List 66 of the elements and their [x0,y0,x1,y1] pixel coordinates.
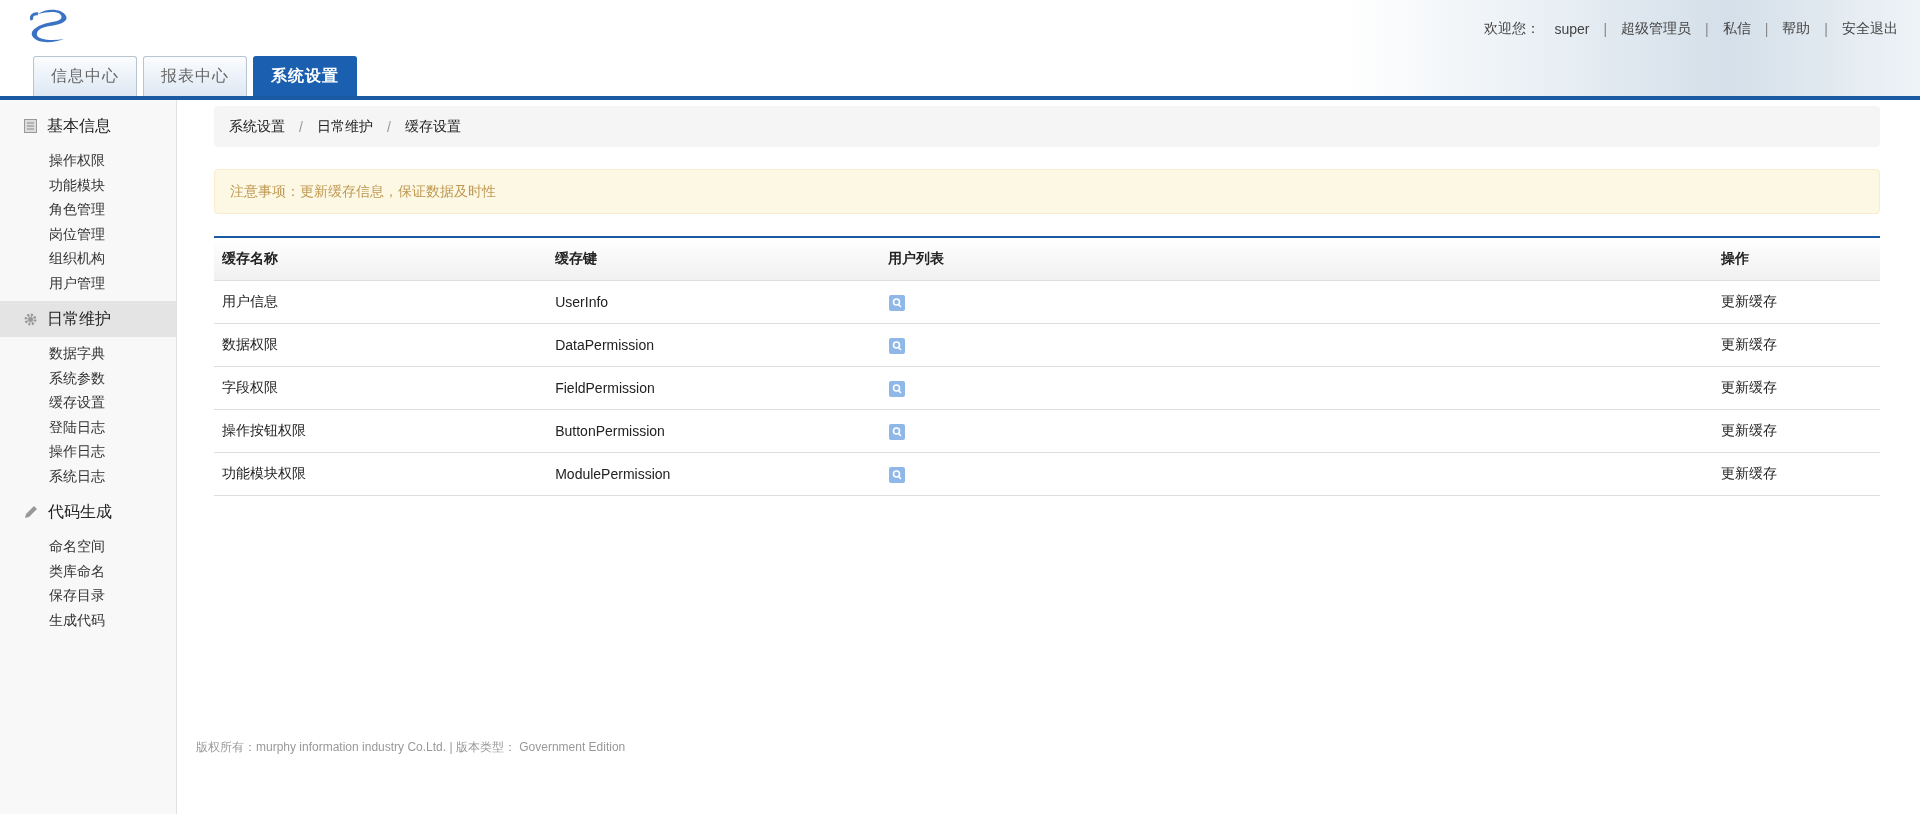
sidebar-item[interactable]: 岗位管理 [0,221,176,246]
sidebar-item[interactable]: 保存目录 [0,583,176,608]
search-icon[interactable] [889,380,906,397]
sidebar-group[interactable]: 日常维护 [0,301,176,337]
sidebar-item[interactable]: 组织机构 [0,246,176,271]
footer-text: 版权所有：murphy information industry Co.Ltd. | 版本类型： Government Edition [196,739,627,756]
sidebar-item[interactable]: 类库命名 [0,558,176,583]
sidebar-group[interactable]: 代码生成 [0,494,176,530]
table-cell: 操作按钮权限 [214,409,548,453]
search-icon[interactable] [889,337,906,354]
breadcrumb-link[interactable]: 系统设置 [229,117,285,136]
sidebar-item[interactable]: 功能模块 [0,172,176,197]
refresh-cache-link[interactable]: 更新缓存 [1721,422,1778,438]
search-icon[interactable] [889,294,906,311]
nav-tab[interactable]: 系统设置 [253,56,357,96]
breadcrumb-link[interactable]: 日常维护 [316,117,373,136]
column-header: 操作 [1713,237,1880,281]
sidebar-item[interactable]: 命名空间 [0,534,176,559]
list-icon [24,119,37,133]
table-cell: 用户信息 [214,280,548,324]
sidebar-item[interactable]: 操作日志 [0,439,176,464]
column-header: 缓存键 [547,237,881,281]
column-header: 用户列表 [880,237,1714,281]
sidebar-item[interactable]: 角色管理 [0,197,176,222]
separator: | [1603,21,1608,37]
separator: | [1705,21,1709,37]
table-cell: 字段权限 [214,366,548,410]
sidebar-item[interactable]: 缓存设置 [0,390,176,415]
sidebar-item[interactable]: 生成代码 [0,607,176,632]
refresh-cache-link[interactable]: 更新缓存 [1721,293,1778,309]
table-cell: ButtonPermission [547,409,881,453]
welcome-label: 欢迎您： [1484,20,1541,38]
column-header: 缓存名称 [214,237,548,281]
table-cell: UserInfo [547,280,881,324]
breadcrumb-separator: / [386,118,391,135]
breadcrumb-link[interactable]: 缓存设置 [404,117,461,136]
separator: | [1764,21,1769,37]
header-link[interactable]: 超级管理员 [1621,20,1692,38]
table-cell: 功能模块权限 [214,452,548,496]
search-icon[interactable] [889,466,906,483]
sidebar-item[interactable]: 用户管理 [0,270,176,295]
header-link[interactable]: 私信 [1722,20,1751,38]
table-cell: 数据权限 [214,323,548,367]
refresh-cache-link[interactable]: 更新缓存 [1721,379,1778,395]
sidebar-item[interactable]: 数据字典 [0,341,176,366]
refresh-cache-link[interactable]: 更新缓存 [1721,336,1778,352]
refresh-cache-link[interactable]: 更新缓存 [1721,465,1778,481]
sidebar-item[interactable]: 系统日志 [0,463,176,488]
table-cell: FieldPermission [547,366,881,410]
sidebar-item[interactable]: 登陆日志 [0,414,176,439]
breadcrumb-separator: / [299,118,303,135]
notice-text: 注意事项：更新缓存信息，保证数据及时性 [214,169,1880,214]
sidebar-item[interactable]: 系统参数 [0,365,176,390]
nav-tab[interactable]: 报表中心 [143,56,247,96]
table-cell: DataPermission [547,323,881,367]
separator: | [1824,21,1828,37]
nav-tab[interactable]: 信息中心 [33,56,137,96]
username: super [1554,21,1590,37]
header-link[interactable]: 安全退出 [1842,20,1898,38]
gear-icon [24,312,37,326]
header-link[interactable]: 帮助 [1782,20,1811,38]
pencil-icon [24,505,38,519]
table-cell: ModulePermission [547,452,881,496]
sidebar-item[interactable]: 操作权限 [0,148,176,173]
search-icon[interactable] [889,423,906,440]
sidebar-group[interactable]: 基本信息 [0,108,176,144]
